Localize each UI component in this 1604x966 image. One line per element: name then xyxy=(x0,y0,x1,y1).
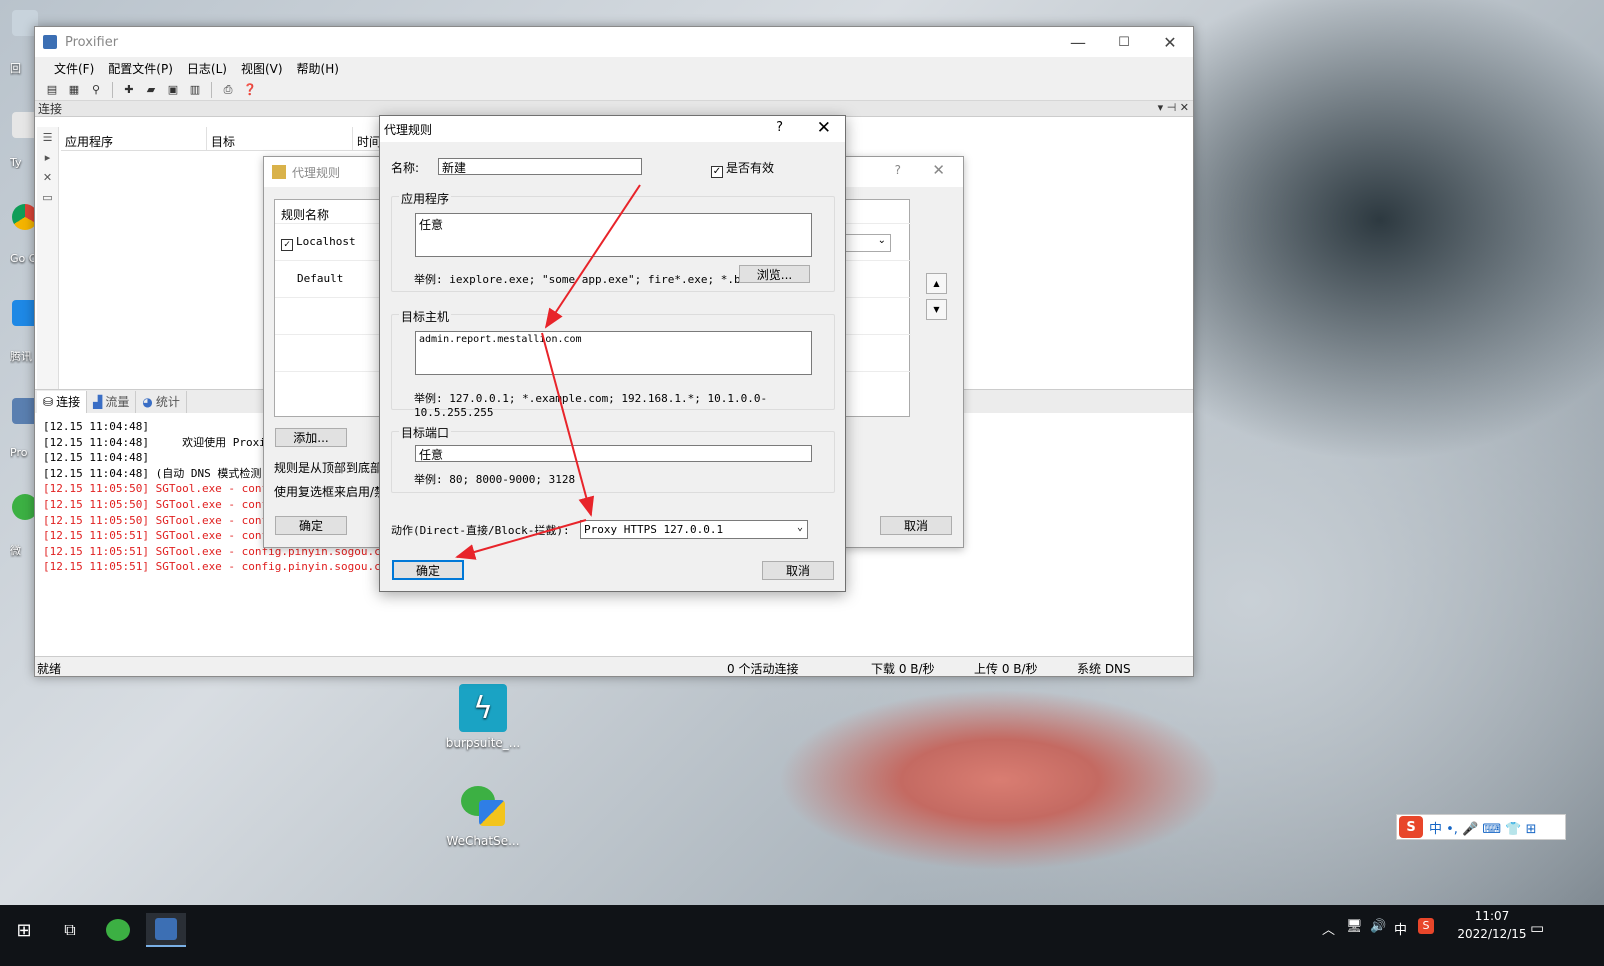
tray-chevron-icon[interactable]: ︿ xyxy=(1322,919,1335,938)
tray-sogou-icon[interactable]: S xyxy=(1418,918,1434,934)
taskbar-wechat-icon[interactable] xyxy=(98,913,138,947)
clock-time[interactable]: 11:07 xyxy=(1462,909,1522,923)
annotation-arrow-to-action xyxy=(541,332,595,517)
tray-network-icon[interactable]: 🖥 xyxy=(1346,919,1363,934)
start-windows-icon[interactable]: ⊞ xyxy=(4,913,44,947)
taskbar-proxifier-icon[interactable] xyxy=(146,913,186,947)
clock-date[interactable]: 2022/12/15 xyxy=(1450,927,1534,941)
tray-ime-indicator[interactable]: 中 xyxy=(1394,919,1407,938)
notification-center-icon[interactable]: ▭ xyxy=(1530,919,1544,937)
task-view-icon[interactable]: ⧉ xyxy=(50,913,90,947)
annotation-arrow-to-ok xyxy=(455,519,587,560)
annotation-arrow-to-hosts xyxy=(544,184,641,329)
tray-volume-icon[interactable]: 🔊 xyxy=(1370,919,1386,934)
annotation-arrows xyxy=(455,184,641,560)
taskbar: ⊞ ⧉ ︿ 🖥 🔊 中 S 11:07 2022/12/15 ▭ xyxy=(0,905,1604,966)
